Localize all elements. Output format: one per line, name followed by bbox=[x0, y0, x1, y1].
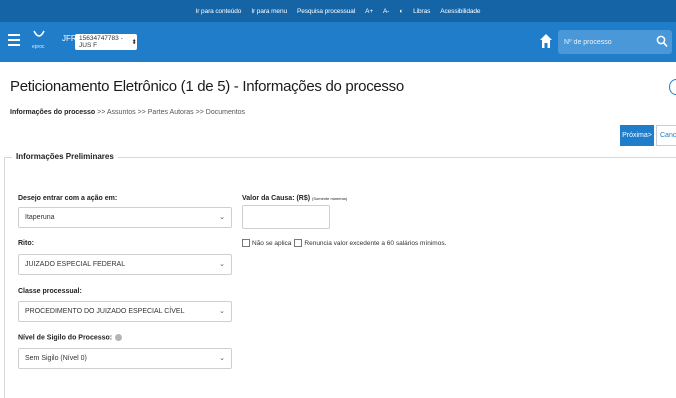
next-button[interactable]: Próxima> bbox=[620, 125, 654, 146]
breadcrumb-separator: >> bbox=[135, 109, 148, 116]
contrast-icon[interactable]: ◐ bbox=[399, 8, 403, 15]
sigilo-label-row: Nível de Sigilo do Processo: bbox=[18, 334, 123, 342]
info-icon[interactable] bbox=[115, 334, 123, 341]
breadcrumb-current: Informações do processo bbox=[10, 109, 96, 116]
home-icon[interactable] bbox=[539, 33, 553, 49]
cancel-button[interactable]: Cancelar bbox=[656, 125, 676, 146]
nao-se-aplica-label: Não se aplica bbox=[252, 239, 292, 247]
profile-value: 15634747783 - JUS F bbox=[79, 35, 123, 49]
eproc-logo-icon bbox=[33, 30, 45, 37]
classe-select[interactable]: PROCEDIMENTO DO JUIZADO ESPECIAL CÍVEL ⌄ bbox=[18, 301, 232, 322]
skip-to-menu-link[interactable]: Ir para menu bbox=[251, 8, 287, 15]
sigilo-value: Sem Sigilo (Nível 0) bbox=[25, 355, 87, 362]
profile-select[interactable]: 15634747783 - JUS F ⬍ bbox=[75, 34, 137, 50]
rito-select[interactable]: JUIZADO ESPECIAL FEDERAL ⌄ bbox=[18, 254, 232, 275]
help-icon[interactable] bbox=[669, 79, 676, 95]
sigilo-select[interactable]: Sem Sigilo (Nível 0) ⌄ bbox=[18, 348, 232, 369]
acao-label: Desejo entrar com a ação em: bbox=[18, 195, 118, 202]
chevron-down-icon: ⌄ bbox=[219, 261, 225, 268]
renuncia-label: Renuncia valor excedente a 60 salários m… bbox=[304, 239, 447, 247]
select-arrow-icon: ⬍ bbox=[131, 39, 137, 46]
page-title: Peticionamento Eletrônico (1 de 5) - Inf… bbox=[10, 78, 404, 95]
classe-value: PROCEDIMENTO DO JUIZADO ESPECIAL CÍVEL bbox=[25, 308, 185, 315]
menu-icon[interactable] bbox=[8, 34, 20, 48]
font-decrease-link[interactable]: A- bbox=[383, 8, 389, 15]
acao-select[interactable]: Itaperuna ⌄ bbox=[18, 207, 232, 228]
rito-value: JUIZADO ESPECIAL FEDERAL bbox=[25, 261, 126, 268]
brand-text: eproc bbox=[32, 44, 45, 50]
search-icon[interactable] bbox=[656, 35, 668, 48]
valor-options: Não se aplica Renuncia valor excedente a… bbox=[242, 239, 446, 247]
eproc-logo[interactable]: eproc bbox=[28, 28, 52, 56]
chevron-down-icon: ⌄ bbox=[219, 355, 225, 362]
chevron-down-icon: ⌄ bbox=[219, 214, 225, 221]
chevron-down-icon: ⌄ bbox=[219, 308, 225, 315]
process-number-input[interactable] bbox=[558, 30, 658, 54]
breadcrumb-assuntos: Assuntos bbox=[106, 109, 136, 116]
process-search bbox=[558, 30, 672, 54]
breadcrumb-documentos: Documentos bbox=[205, 109, 246, 116]
font-increase-link[interactable]: A+ bbox=[365, 8, 373, 15]
top-navbar: eproc JFRJ 15634747783 - JUS F ⬍ bbox=[0, 22, 676, 62]
libras-link[interactable]: Libras bbox=[413, 8, 430, 15]
valor-causa-input[interactable] bbox=[242, 205, 330, 229]
rito-label: Rito: bbox=[18, 240, 34, 247]
valor-label-row: Valor da Causa: (R$) (Somente números) bbox=[242, 195, 347, 202]
skip-to-content-link[interactable]: Ir para conteúdo bbox=[196, 8, 242, 15]
breadcrumb: Informações do processo >> Assuntos >> P… bbox=[10, 109, 245, 116]
classe-label: Classe processual: bbox=[18, 288, 82, 295]
renuncia-checkbox[interactable] bbox=[294, 239, 303, 247]
process-search-link[interactable]: Pesquisa processual bbox=[297, 8, 355, 15]
accessibility-bar: Ir para conteúdo Ir para menu Pesquisa p… bbox=[0, 0, 676, 22]
breadcrumb-partes-autoras: Partes Autoras bbox=[147, 109, 194, 116]
fieldset-legend: Informações Preliminares bbox=[12, 152, 118, 161]
sigilo-label: Nível de Sigilo do Processo: bbox=[18, 334, 113, 342]
valor-label: Valor da Causa: (R$) bbox=[242, 195, 311, 202]
nao-se-aplica-checkbox[interactable] bbox=[242, 239, 250, 247]
valor-hint: (Somente números) bbox=[312, 196, 348, 201]
breadcrumb-separator: >> bbox=[193, 109, 206, 116]
breadcrumb-separator: >> bbox=[95, 109, 107, 116]
acao-value: Itaperuna bbox=[25, 214, 55, 221]
accessibility-link[interactable]: Acessibilidade bbox=[440, 8, 480, 15]
